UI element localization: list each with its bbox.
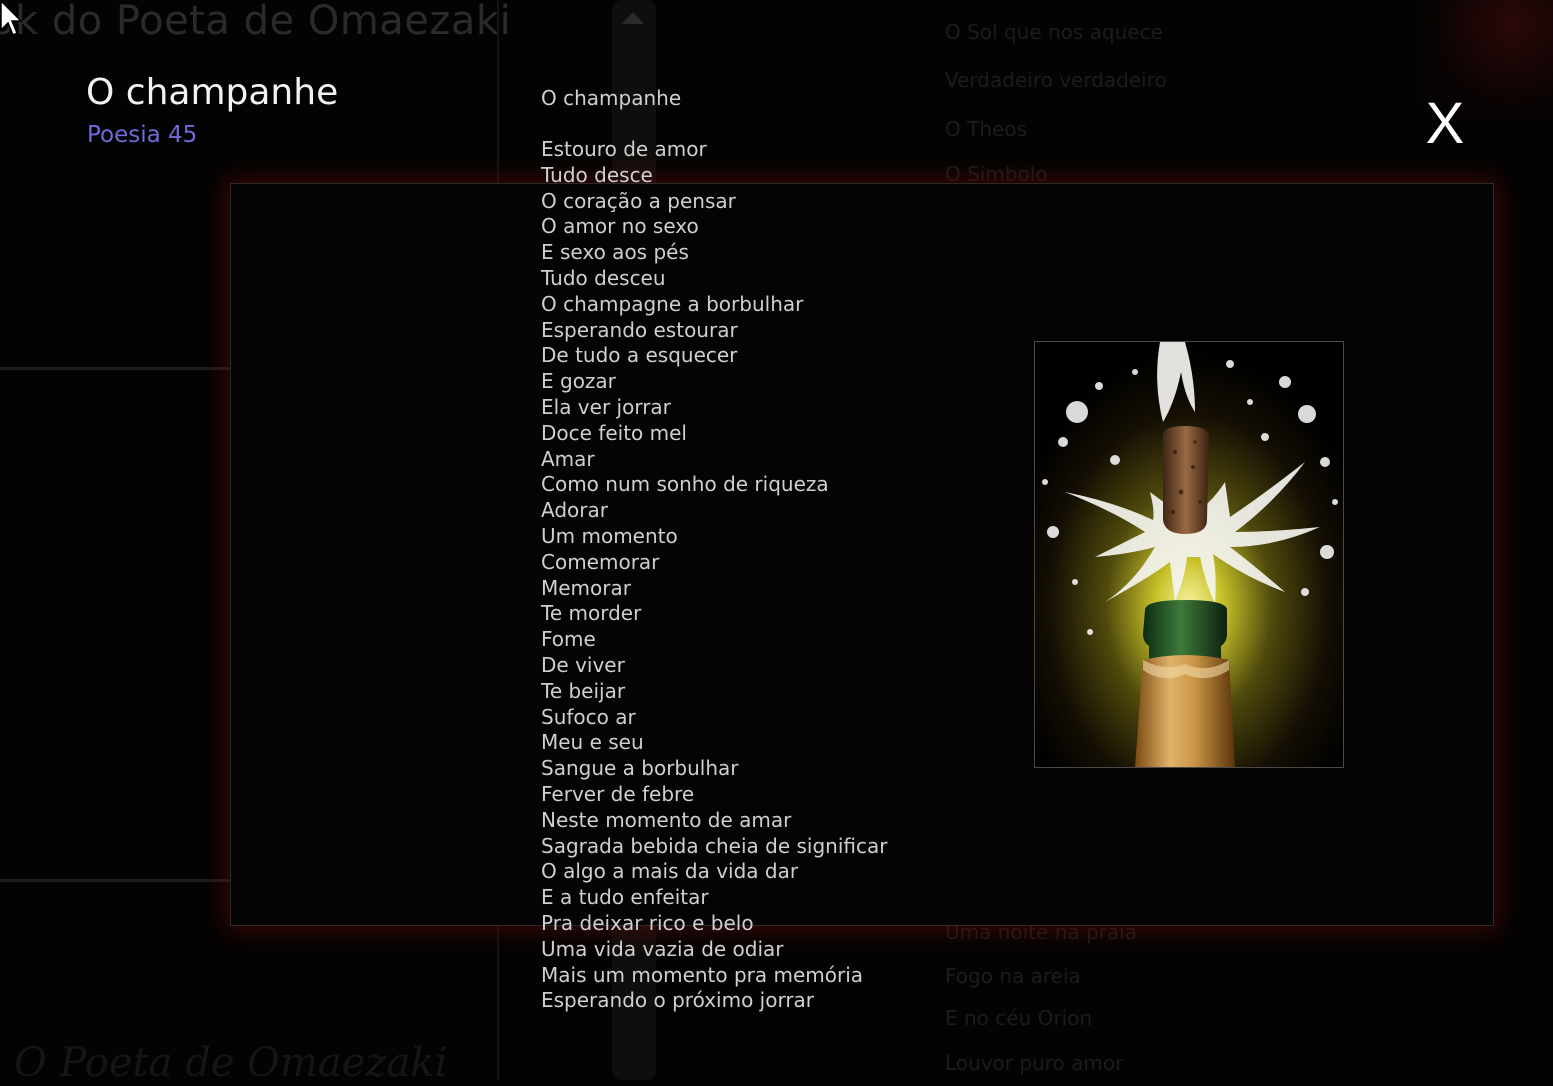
poem-subtitle: Poesia 45: [87, 122, 198, 148]
poem-heading: O champanhe: [541, 86, 682, 110]
background-divider-horizontal: [0, 879, 232, 882]
background-footer-title: O Poeta de Omaezaki: [14, 1040, 448, 1086]
poem-line: Te beijar: [541, 678, 626, 703]
poem-line: Meu e seu: [541, 730, 644, 755]
poem-line: Ferver de febre: [541, 781, 695, 806]
poem-line: O champagne a borbulhar: [541, 291, 804, 316]
poem-line: E gozar: [541, 369, 616, 394]
poem-title: O champanhe: [86, 72, 339, 113]
poem-line: De viver: [541, 652, 625, 677]
poem-line: Esperando o próximo jorrar: [541, 988, 815, 1013]
poem-line: Ela ver jorrar: [541, 394, 671, 419]
poem-lines: Estouro de amor Tudo desce O coração a pen…: [541, 137, 887, 1014]
champagne-bottle-illustration: [1035, 342, 1343, 767]
background-divider-horizontal: [0, 367, 232, 370]
poem-line: Mais um momento pra memória: [541, 962, 864, 987]
poem-line: Comemorar: [541, 549, 660, 574]
background-menu-item[interactable]: Louvor puro amor: [945, 1051, 1123, 1075]
poem-line: O amor no sexo: [541, 214, 699, 239]
poem-line: Amar: [541, 446, 595, 471]
poem-line: Tudo desceu: [541, 265, 666, 290]
poem-line: Te morder: [541, 601, 642, 626]
poem-line: E a tudo enfeitar: [541, 885, 709, 910]
poem-line: Fome: [541, 627, 596, 652]
poem-line: O algo a mais da vida dar: [541, 859, 799, 884]
poem-line: Sufoco ar: [541, 704, 636, 729]
poem-line: Esperando estourar: [541, 317, 738, 342]
poem-line: E sexo aos pés: [541, 240, 689, 265]
champagne-photo: [1034, 341, 1344, 768]
poem-line: Tudo desce: [541, 162, 653, 187]
background-menu-item[interactable]: E no céu Orion: [945, 1006, 1092, 1030]
poem-line: Sagrada bebida cheia de significar: [541, 833, 888, 858]
poem-line: Um momento: [541, 523, 678, 548]
poem-line: De tudo a esquecer: [541, 343, 738, 368]
poem-line: Sangue a borbulhar: [541, 756, 739, 781]
poem-line: Pra deixar rico e belo: [541, 910, 754, 935]
background-menu-item[interactable]: Verdadeiro verdadeiro: [945, 68, 1167, 92]
poem-line: Neste momento de amar: [541, 807, 792, 832]
poem-line: O coração a pensar: [541, 188, 736, 213]
background-menu-item[interactable]: O Sol que nos aquece: [945, 20, 1163, 44]
poem-line: Doce feito mel: [541, 420, 687, 445]
background-menu-item[interactable]: O Theos: [945, 117, 1027, 141]
mouse-pointer-icon: [0, 0, 23, 37]
poem-line: Como num sonho de riqueza: [541, 472, 829, 497]
poem-line: Adorar: [541, 498, 608, 523]
poem-line: Memorar: [541, 575, 631, 600]
poem-line: Estouro de amor: [541, 137, 707, 161]
close-icon[interactable]: X: [1420, 92, 1470, 156]
poem-line: Uma vida vazia de odiar: [541, 936, 784, 961]
background-menu-item[interactable]: Fogo na areia: [945, 964, 1081, 988]
background-site-title: ok do Poeta de Omaezaki: [0, 0, 512, 44]
scroll-up-arrow-icon[interactable]: [622, 12, 644, 24]
